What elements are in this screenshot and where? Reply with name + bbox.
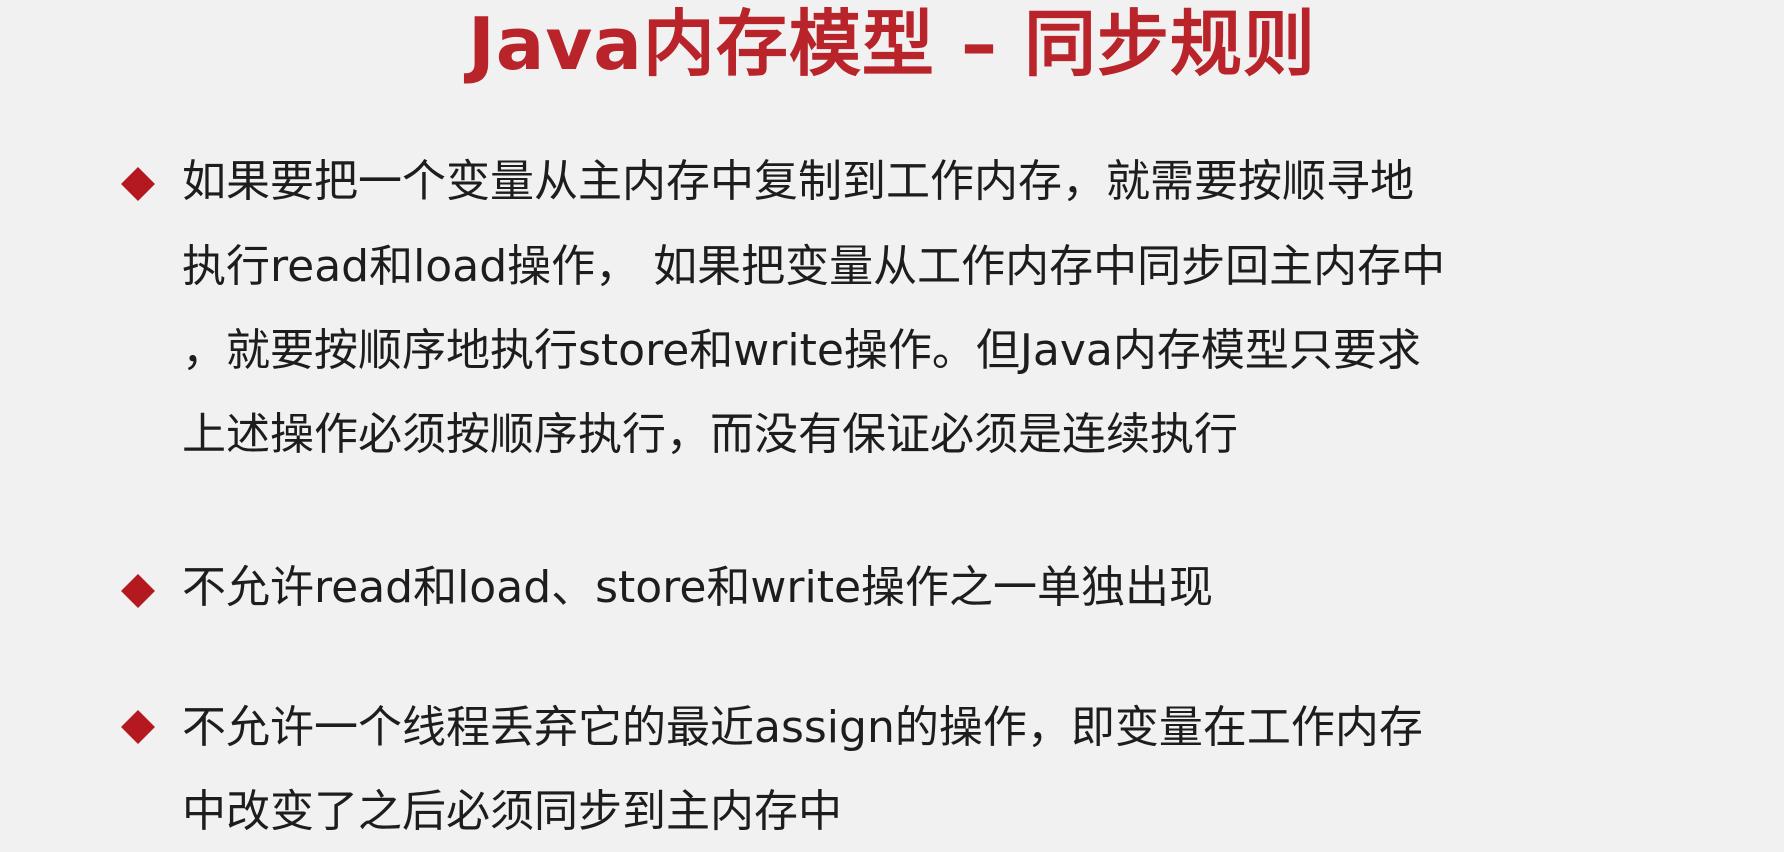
bullet-3-line-1: 不允许一个线程丢弃它的最近assign的操作，即变量在工作内存	[182, 702, 1423, 753]
bullet-1-line-4: 上述操作必须按顺序执行，而没有保证必须是连续执行	[182, 409, 1238, 460]
bullet-diamond-icon	[120, 709, 156, 745]
bullet-diamond-icon	[120, 166, 156, 202]
bullet-2-line-1: 不允许read和load、store和write操作之一单独出现	[182, 562, 1214, 613]
slide-title: Java内存模型 – 同步规则	[467, 2, 1317, 86]
bullet-1-line-2: 执行read和load操作， 如果把变量从工作内存中同步回主内存中	[182, 241, 1446, 292]
bullet-1-line-3: ，就要按顺序地执行store和write操作。但Java内存模型只要求	[182, 325, 1421, 376]
bullet-1-line-1: 如果要把一个变量从主内存中复制到工作内存，就需要按顺寻地	[182, 156, 1414, 207]
bullet-diamond-icon	[120, 573, 156, 609]
slide: Java内存模型 – 同步规则 如果要把一个变量从主内存中复制到工作内存，就需要…	[0, 0, 1784, 852]
bullet-3-line-2: 中改变了之后必须同步到主内存中	[182, 786, 842, 837]
